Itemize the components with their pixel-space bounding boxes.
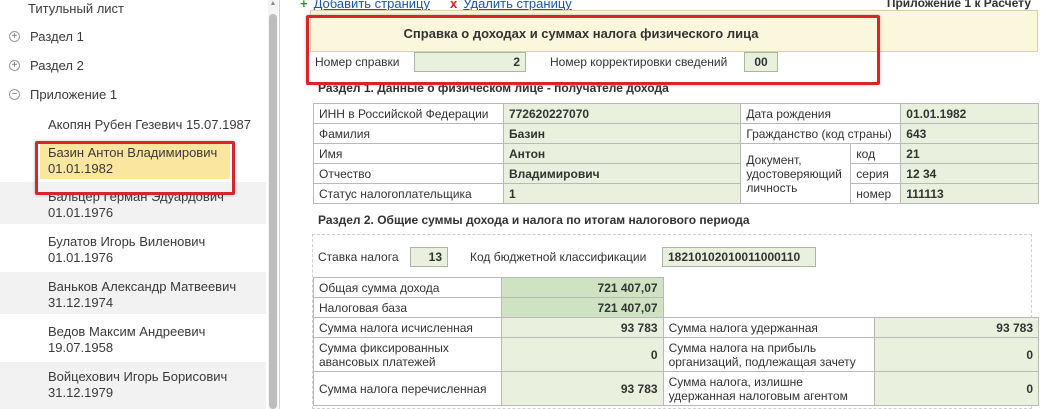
person-birthdate: 01.01.1976 [48,205,114,220]
expand-icon[interactable]: + [9,31,20,42]
tree-item-label: Раздел 1 [30,29,84,44]
correction-field[interactable]: 00 [744,52,778,72]
citizenship-label: Гражданство (код страны) [740,123,902,144]
kbk-label: Код бюджетной классификации [470,250,647,264]
tax-withheld-field[interactable]: 93 783 [874,317,1039,338]
patronymic-label: Отчество [313,163,504,184]
cert-number-field[interactable]: 2 [414,52,526,72]
person-birthdate: 31.12.1979 [48,385,114,400]
citizenship-field[interactable]: 643 [900,123,1039,144]
excess-label: Сумма налога, излишне удержанная налогов… [662,371,876,406]
section-2-table: Общая сумма дохода 721 407,07 Налоговая … [313,277,1039,406]
person-item[interactable]: Булатов Игорь Виленович 01.01.1976 [40,232,265,268]
sidebar: Титульный лист + Раздел 1 + Раздел 2 − П… [0,0,280,409]
tax-base-label: Налоговая база [313,297,502,318]
scrollbar-thumb[interactable] [269,14,277,409]
doc-number-label: номер [850,183,902,204]
plus-icon: + [300,0,308,11]
section-1-title: Раздел 1. Данные о физическом лице - пол… [318,81,669,95]
total-income-label: Общая сумма дохода [313,277,502,298]
expand-icon[interactable]: + [9,60,20,71]
sidebar-scrollbar[interactable]: ▲ [268,0,278,409]
name-label: Имя [313,143,504,164]
person-name: Ведов Максим Андреевич [48,324,206,339]
tax-rate-field[interactable]: 13 [410,247,448,267]
person-item[interactable]: Войцехович Игорь Борисович 31.12.1979 [40,367,265,403]
fixed-adv-label: Сумма фиксированных авансовых платежей [313,337,502,372]
person-item[interactable]: Бальцер Герман Эдуардович 01.01.1976 [40,187,265,223]
tree-item-section-1[interactable]: + Раздел 1 [0,28,270,46]
main-panel: + Добавить страницу x Удалить страницу При… [282,0,1041,409]
birth-field[interactable]: 01.01.1982 [900,103,1039,124]
tree-item-label: Раздел 2 [30,58,84,73]
patronymic-field[interactable]: Владимирович [502,163,742,184]
doc-label: Документ, удостоверяющий личность [740,143,852,204]
person-name: Булатов Игорь Виленович [48,234,206,249]
scroll-up-icon[interactable]: ▲ [269,0,277,10]
name-field[interactable]: Антон [502,143,742,164]
person-name: Войцехович Игорь Борисович [48,369,228,384]
doc-code-label: код [850,143,902,164]
tree-item-title-page[interactable]: Титульный лист [0,0,270,18]
person-birthdate: 19.07.1958 [48,340,114,355]
transferred-label: Сумма налога перечисленная [313,371,502,406]
tax-rate-label: Ставка налога [318,250,399,264]
section-1-table: ИНН в Российской Федерации 772620227070 … [313,103,1039,204]
collapse-icon[interactable]: − [9,89,20,100]
doc-number-field[interactable]: 111113 [900,183,1039,204]
tree-item-section-2[interactable]: + Раздел 2 [0,57,270,75]
status-label: Статус налогоплательщика [313,183,504,204]
person-item-selected[interactable]: Базин Антон Владимирович 01.01.1982 [40,143,230,179]
person-name: Бальцер Герман Эдуардович [48,189,224,204]
appendix-label: Приложение 1 к Расчету [886,0,1031,10]
doc-series-field[interactable]: 12 34 [900,163,1039,184]
excess-field[interactable]: 0 [874,371,1039,406]
person-item[interactable]: Ваньков Александр Матвеевич 31.12.1974 [40,277,265,313]
inn-label: ИНН в Российской Федерации [313,103,504,124]
tree-item-label: Титульный лист [28,1,125,16]
person-name: Акопян Рубен Гезевич 15.07.1987 [48,117,252,132]
tax-withheld-label: Сумма налога удержанная [662,317,876,338]
tax-calc-field[interactable]: 93 783 [500,317,664,338]
surname-label: Фамилия [313,123,504,144]
surname-field[interactable]: Базин [502,123,742,144]
status-field[interactable]: 1 [502,183,742,204]
person-item[interactable]: Ведов Максим Андреевич 19.07.1958 [40,322,265,358]
person-name: Базин Антон Владимирович [48,145,218,160]
birth-label: Дата рождения [740,103,902,124]
transferred-field[interactable]: 93 783 [500,371,664,406]
tax-calc-label: Сумма налога исчисленная [313,317,502,338]
tree-item-label: Приложение 1 [30,87,118,102]
profit-tax-field[interactable]: 0 [874,337,1039,372]
correction-label: Номер корректировки сведений [550,55,728,69]
person-item[interactable]: Акопян Рубен Гезевич 15.07.1987 [40,115,265,135]
profit-tax-label: Сумма налога на прибыль организаций, под… [662,337,876,372]
person-birthdate: 01.01.1982 [48,161,114,176]
tree-item-appendix-1[interactable]: − Приложение 1 [0,86,270,104]
doc-series-label: серия [850,163,902,184]
person-birthdate: 01.01.1976 [48,250,114,265]
header-panel: Справка о доходах и суммах налога физиче… [310,10,1038,52]
cert-number-label: Номер справки [315,55,400,69]
fixed-adv-field[interactable]: 0 [500,337,664,372]
inn-field[interactable]: 772620227070 [502,103,742,124]
person-name: Ваньков Александр Матвеевич [48,279,237,294]
page-title: Справка о доходах и суммах налога физиче… [403,26,759,41]
kbk-field[interactable]: 18210102010011000110 [662,247,816,267]
person-birthdate: 31.12.1974 [48,295,114,310]
total-income-field[interactable]: 721 407,07 [500,277,664,298]
section-2-title: Раздел 2. Общие суммы дохода и налога по… [318,213,750,227]
doc-code-field[interactable]: 21 [900,143,1039,164]
tax-base-field[interactable]: 721 407,07 [500,297,664,318]
